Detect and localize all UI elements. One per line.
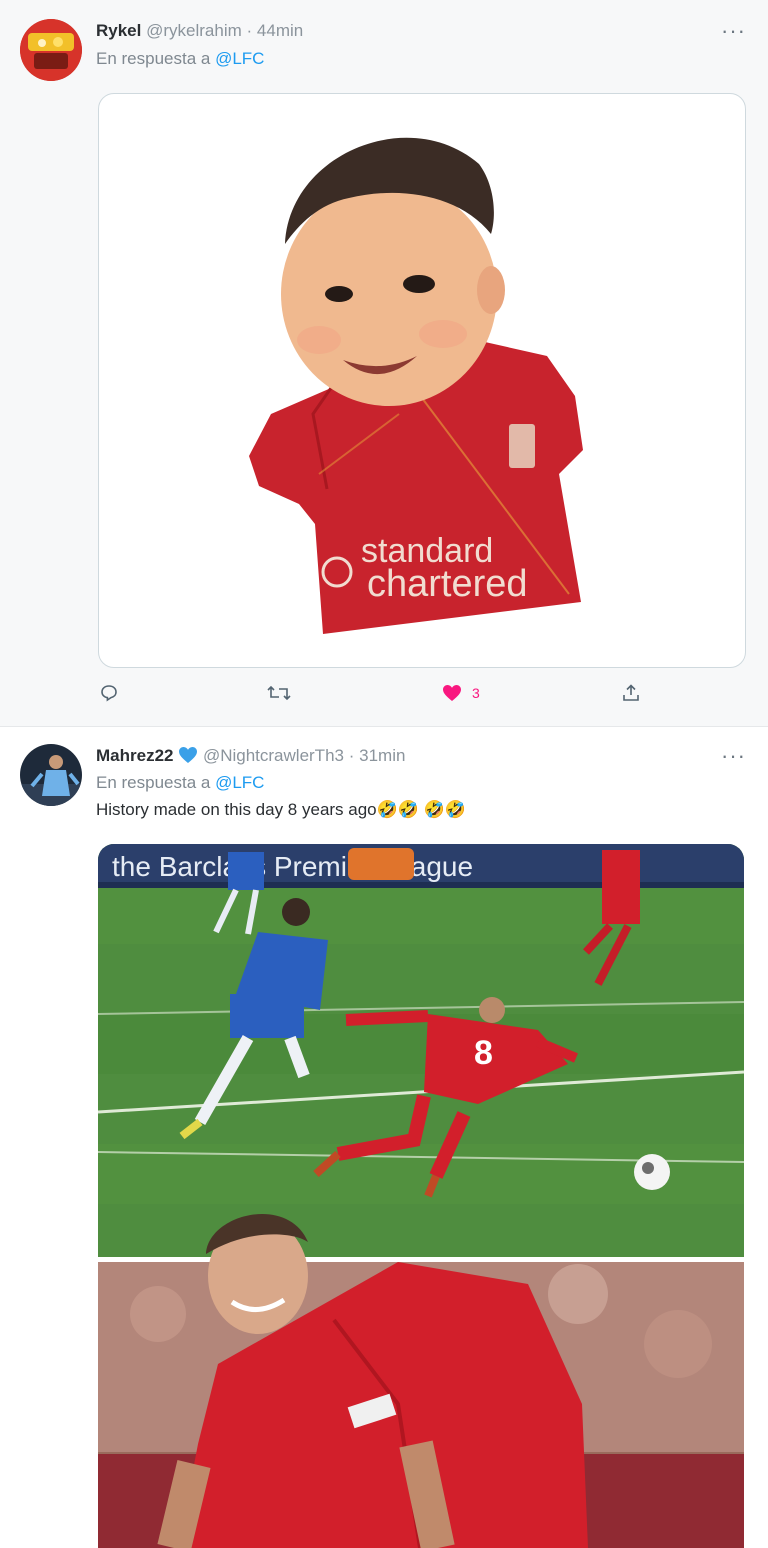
tweet-actions: 3 xyxy=(0,684,768,710)
reply-context: En respuesta a @LFC xyxy=(96,49,264,69)
more-options-icon[interactable]: ··· xyxy=(721,743,746,769)
avatar[interactable] xyxy=(20,19,82,81)
reply-icon xyxy=(101,685,117,702)
separator-dot: · xyxy=(348,746,355,765)
separator-dot: · xyxy=(246,21,253,40)
more-options-icon[interactable]: ··· xyxy=(721,18,746,44)
timestamp[interactable]: 31min xyxy=(359,746,405,765)
reply-context: En respuesta a @LFC xyxy=(96,773,264,793)
tweet-rykel[interactable]: Rykel @rykelrahim · 44min ··· En respues… xyxy=(0,0,768,726)
tweet-text: History made on this day 8 years ago🤣🤣 🤣… xyxy=(96,800,467,819)
user-handle[interactable]: @rykelrahim xyxy=(146,21,242,40)
shirt-sponsor-line2: chartered xyxy=(367,563,528,605)
tweet-header: Rykel @rykelrahim · 44min xyxy=(96,21,303,41)
reply-button[interactable] xyxy=(100,684,128,702)
display-name[interactable]: Mahrez22 xyxy=(96,746,173,765)
reply-prefix: En respuesta a xyxy=(96,773,216,792)
tweet-image[interactable]: the Barclays Premier League 8 xyxy=(98,844,744,1548)
user-handle[interactable]: @NightcrawlerTh3 xyxy=(203,746,344,765)
reply-mention-link[interactable]: @LFC xyxy=(215,49,264,68)
share-button[interactable] xyxy=(622,684,640,702)
heart-icon xyxy=(443,685,461,701)
retweet-icon xyxy=(267,685,291,701)
avatar[interactable] xyxy=(20,744,82,806)
retweet-button[interactable] xyxy=(266,684,302,702)
share-icon xyxy=(623,684,639,701)
like-button[interactable]: 3 xyxy=(442,684,480,702)
verified-heart-icon xyxy=(179,747,198,763)
display-name[interactable]: Rykel xyxy=(96,21,141,40)
tweet-header: Mahrez22 @NightcrawlerTh3 · 31min xyxy=(96,746,405,766)
svg-text:8: 8 xyxy=(474,1034,493,1072)
tweet-image[interactable]: standard chartered xyxy=(98,93,746,668)
tweet-mahrez22[interactable]: Mahrez22 @NightcrawlerTh3 · 31min ··· En… xyxy=(0,727,768,1548)
timestamp[interactable]: 44min xyxy=(257,21,303,40)
like-count: 3 xyxy=(472,685,480,701)
reply-mention-link[interactable]: @LFC xyxy=(215,773,264,792)
reply-prefix: En respuesta a xyxy=(96,49,216,68)
ad-board-text: the Barclays Premier League xyxy=(112,851,473,882)
